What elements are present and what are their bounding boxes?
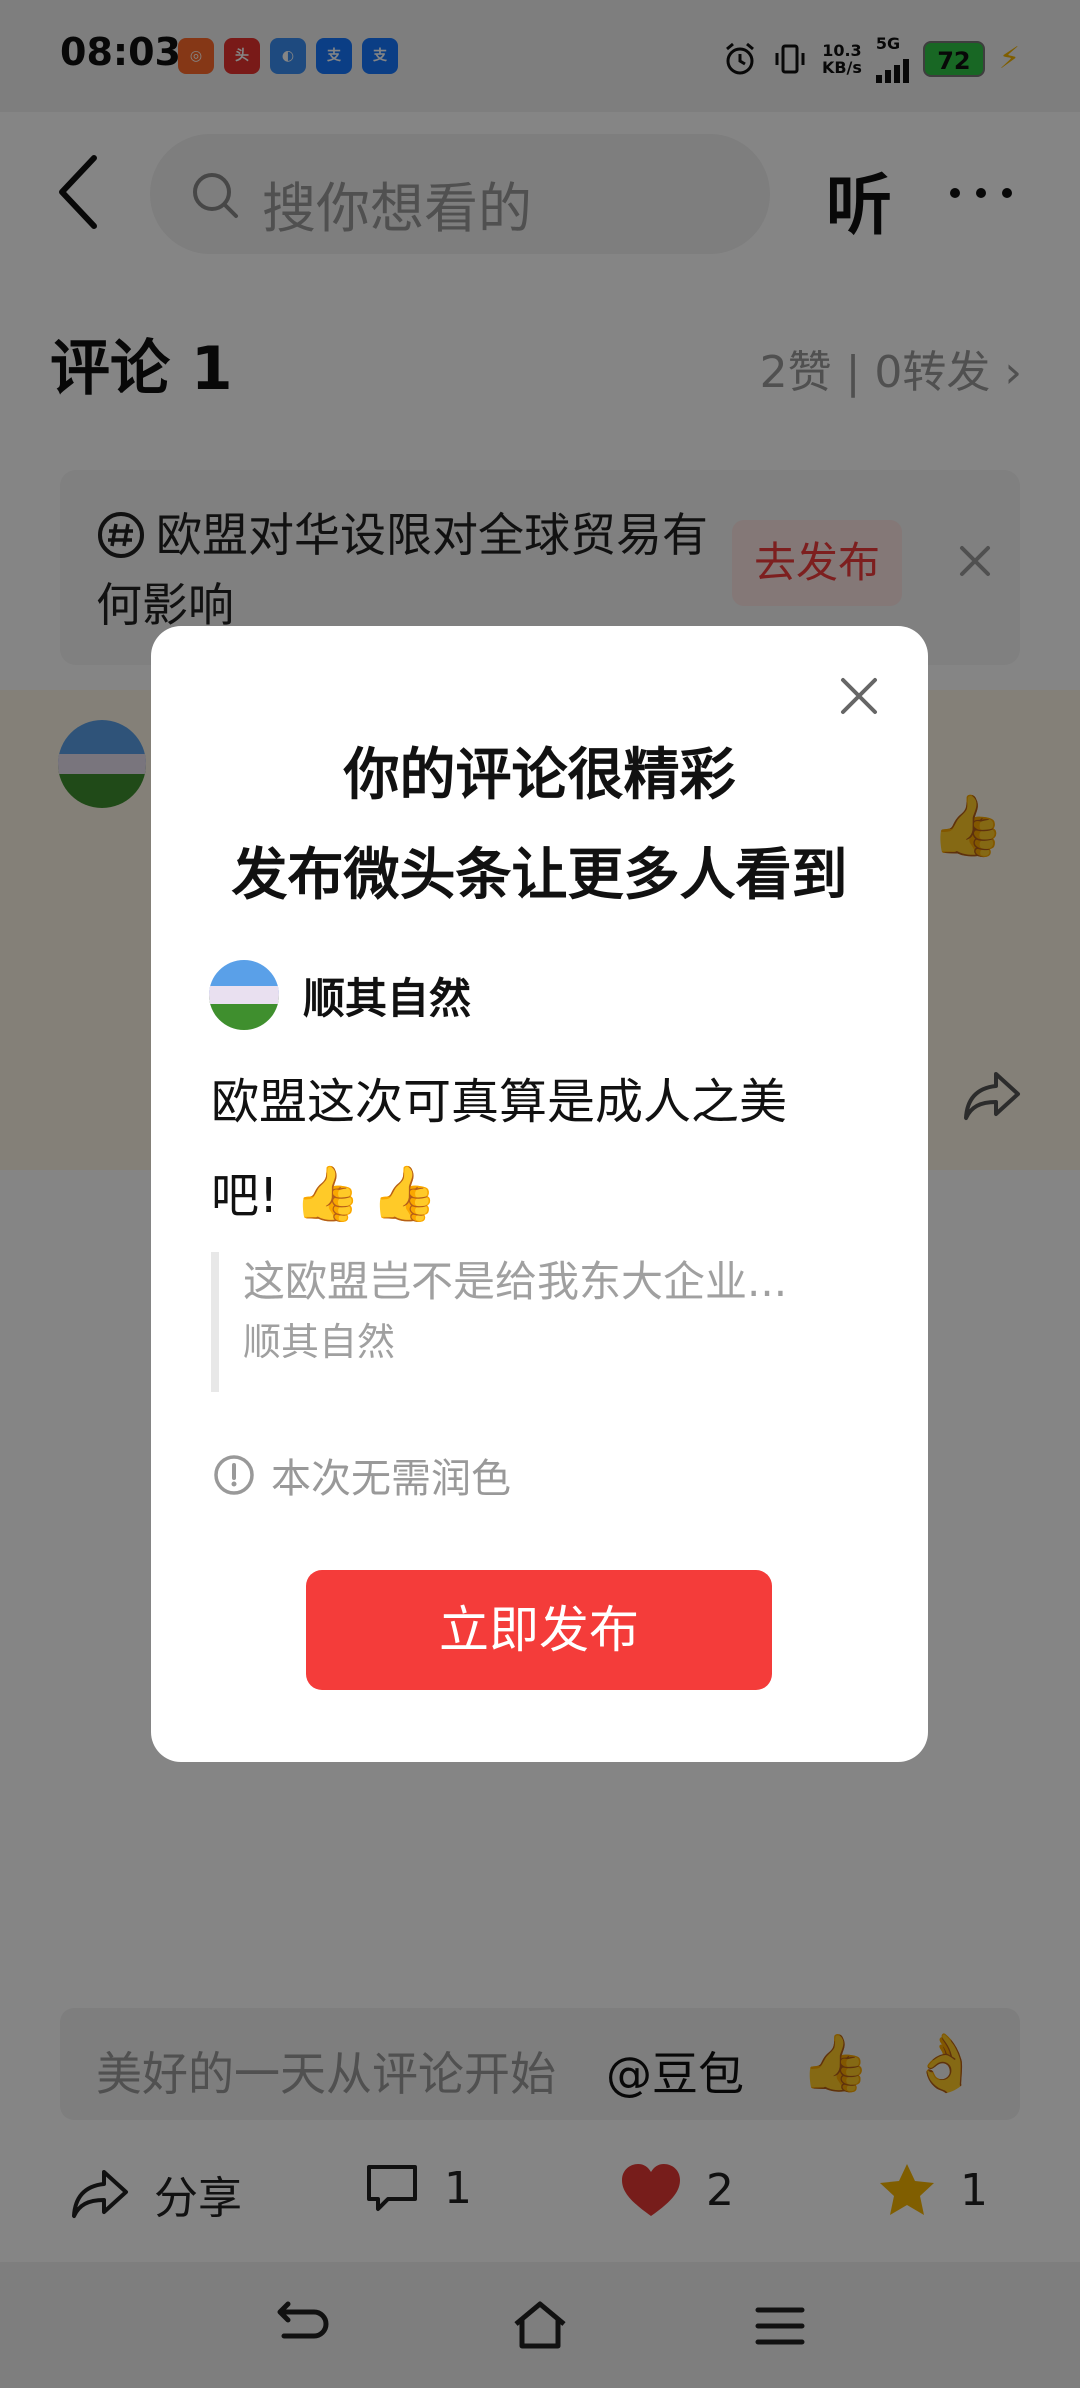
comment-author: 顺其自然 bbox=[209, 960, 471, 1030]
author-name: 顺其自然 bbox=[303, 973, 472, 1023]
publish-dialog: 你的评论很精彩 发布微头条让更多人看到 顺其自然 欧盟这次可真算是成人之美吧! … bbox=[151, 626, 928, 1762]
thumbs-up-emojis: 👍👍 bbox=[293, 1162, 448, 1225]
avatar bbox=[209, 960, 279, 1030]
quote-text: 这欧盟岂不是给我东大企业... bbox=[243, 1257, 788, 1306]
dim-overlay-nav bbox=[0, 2262, 1080, 2388]
publish-now-button[interactable]: 立即发布 bbox=[306, 1570, 772, 1690]
close-icon[interactable] bbox=[839, 676, 879, 716]
notice-text: 本次无需润色 bbox=[271, 1456, 511, 1502]
dialog-title-line2: 发布微头条让更多人看到 bbox=[231, 843, 848, 908]
quote-author: 顺其自然 bbox=[243, 1320, 396, 1364]
dim-overlay-status bbox=[0, 0, 1080, 112]
dialog-title: 你的评论很精彩 发布微头条让更多人看到 bbox=[151, 726, 928, 926]
quoted-comment: 这欧盟岂不是给我东大企业... 顺其自然 bbox=[211, 1252, 851, 1392]
polish-notice: 本次无需润色 bbox=[213, 1446, 511, 1504]
dialog-title-line1: 你的评论很精彩 bbox=[343, 743, 736, 808]
comment-preview: 欧盟这次可真算是成人之美吧! 👍👍 bbox=[211, 1056, 811, 1242]
info-icon bbox=[214, 1455, 254, 1495]
